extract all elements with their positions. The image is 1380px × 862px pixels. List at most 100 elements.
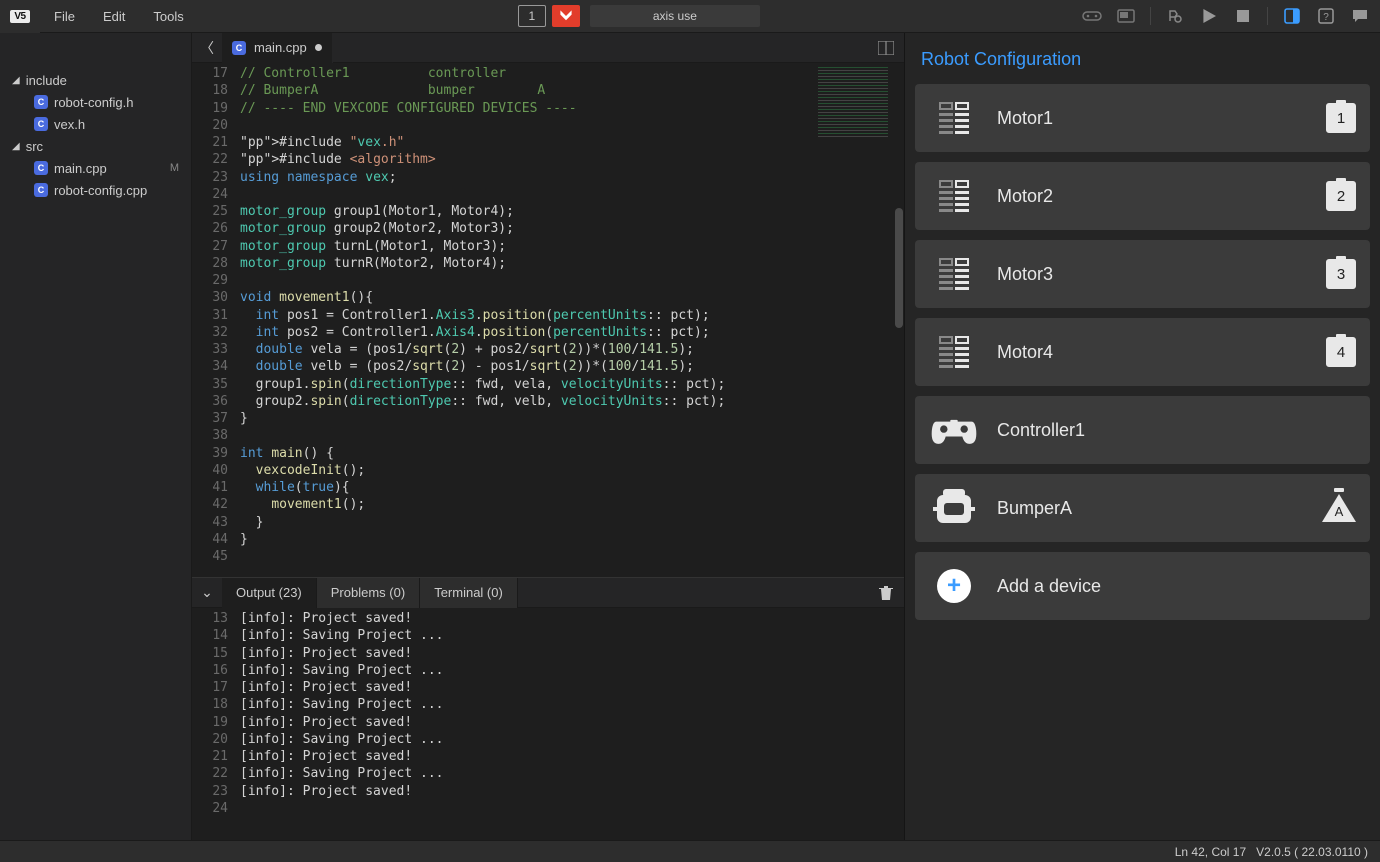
motor-icon (929, 255, 979, 293)
svg-text:?: ? (1323, 12, 1329, 23)
tab-label: main.cpp (254, 40, 307, 55)
config-title: Robot Configuration (915, 47, 1370, 84)
minimap[interactable] (812, 63, 894, 577)
main-area: ◢ include C robot-config.h C vex.h ◢ src… (0, 33, 1380, 840)
file-label: robot-config.h (54, 95, 134, 110)
output-gutter: 13 14 15 16 17 18 19 20 21 22 23 24 (192, 608, 240, 840)
twisty-icon: ◢ (12, 141, 20, 152)
project-name-label: axis use (653, 9, 697, 23)
editor-column: 〈 C main.cpp 17 18 19 20 21 22 23 24 25 … (192, 33, 904, 840)
port-badge: 3 (1326, 259, 1356, 289)
run-icon[interactable] (1197, 4, 1221, 28)
help-icon[interactable]: ? (1314, 4, 1338, 28)
tab-main-cpp[interactable]: C main.cpp (222, 33, 333, 63)
minimap-preview (818, 67, 888, 137)
port-badge: 2 (1326, 181, 1356, 211)
logo-text: V5 (10, 10, 29, 23)
nav-back-icon[interactable]: 〈 (192, 38, 222, 58)
file-label: robot-config.cpp (54, 183, 147, 198)
menubar-center: 1 axis use (518, 5, 760, 27)
motor-icon (929, 333, 979, 371)
controller-icon (929, 411, 979, 449)
dirty-indicator-icon (315, 44, 322, 51)
add-device-button[interactable]: + Add a device (915, 552, 1370, 620)
toolbar-divider (1150, 7, 1151, 25)
menu-file[interactable]: File (40, 0, 89, 33)
cpp-file-icon: C (232, 41, 246, 55)
stop-icon[interactable] (1231, 4, 1255, 28)
line-number-gutter: 17 18 19 20 21 22 23 24 25 26 27 28 29 3… (192, 63, 240, 577)
file-label: vex.h (54, 117, 85, 132)
device-card-bumpera[interactable]: BumperA A (915, 474, 1370, 542)
vertical-scrollbar[interactable] (894, 63, 904, 577)
toolbar-divider-2 (1267, 7, 1268, 25)
modified-marker: M (170, 162, 179, 174)
device-name-label: Motor3 (997, 264, 1308, 285)
file-robot-config-cpp[interactable]: C robot-config.cpp (0, 179, 191, 201)
twisty-icon: ◢ (12, 75, 20, 86)
menu-tools[interactable]: Tools (139, 0, 197, 33)
menubar: V5 File Edit Tools 1 axis use (0, 0, 1380, 33)
cpp-file-icon: C (34, 161, 48, 175)
tab-output[interactable]: Output (23) (222, 578, 317, 608)
file-vex-h[interactable]: C vex.h (0, 113, 191, 135)
statusbar: Ln 42, Col 17 V2.0.5 ( 22.03.0110 ) (0, 840, 1380, 862)
scrollbar-thumb[interactable] (895, 208, 903, 328)
cursor-position[interactable]: Ln 42, Col 17 (1175, 845, 1246, 859)
cpp-file-icon: C (34, 117, 48, 131)
panel-collapse-icon[interactable]: ⌄ (192, 584, 222, 601)
output-body: 13 14 15 16 17 18 19 20 21 22 23 24 [inf… (192, 608, 904, 840)
port-badge: 4 (1326, 337, 1356, 367)
cpp-file-icon: C (34, 95, 48, 109)
bumper-icon (929, 489, 979, 527)
folder-src[interactable]: ◢ src (0, 135, 191, 157)
brain-tool-icon[interactable] (1114, 4, 1138, 28)
device-name-label: Motor4 (997, 342, 1308, 363)
folder-label: include (26, 73, 67, 88)
split-editor-icon[interactable] (868, 41, 904, 55)
output-panel: ⌄ Output (23) Problems (0) Terminal (0) … (192, 577, 904, 840)
clear-output-icon[interactable] (868, 585, 904, 601)
device-name-label: Controller1 (997, 420, 1356, 441)
robot-config-panel: Robot Configuration Motor11 Motor2 2 Motor3… (904, 33, 1380, 840)
tab-terminal[interactable]: Terminal (0) (420, 578, 518, 608)
device-list: Motor11 Motor2 2 Motor3 3 Motor4 4 Controller1 B… (915, 84, 1370, 552)
add-device-label: Add a device (997, 576, 1356, 597)
code-editor[interactable]: 17 18 19 20 21 22 23 24 25 26 27 28 29 3… (192, 63, 904, 577)
tab-problems[interactable]: Problems (0) (317, 578, 420, 608)
device-name-label: BumperA (997, 498, 1304, 519)
app-version: V2.0.5 ( 22.03.0110 ) (1256, 845, 1368, 859)
feedback-icon[interactable] (1348, 4, 1372, 28)
build-icon[interactable] (1163, 4, 1187, 28)
device-card-controller1[interactable]: Controller1 (915, 396, 1370, 464)
slot-icon[interactable]: 1 (518, 5, 546, 27)
motor-icon (929, 177, 979, 215)
file-explorer: ◢ include C robot-config.h C vex.h ◢ src… (0, 33, 192, 840)
brain-status-icon[interactable] (552, 5, 580, 27)
project-name-input[interactable]: axis use (590, 5, 760, 27)
file-robot-config-h[interactable]: C robot-config.h (0, 91, 191, 113)
menubar-right: ? (1080, 4, 1380, 28)
folder-include[interactable]: ◢ include (0, 69, 191, 91)
output-text[interactable]: [info]: Project saved! [info]: Saving Pr… (240, 608, 904, 840)
add-icon: + (929, 567, 979, 605)
app-logo: V5 (0, 0, 40, 33)
device-card-motor1[interactable]: Motor11 (915, 84, 1370, 152)
device-card-motor4[interactable]: Motor4 4 (915, 318, 1370, 386)
slot-number: 1 (529, 9, 536, 23)
motor-icon (929, 99, 979, 137)
cpp-file-icon: C (34, 183, 48, 197)
tabbar: 〈 C main.cpp (192, 33, 904, 63)
device-card-motor2[interactable]: Motor2 2 (915, 162, 1370, 230)
devices-panel-icon[interactable] (1280, 4, 1304, 28)
port-badge: A (1322, 493, 1356, 523)
code-content[interactable]: // Controller1 controller // BumperA bum… (240, 63, 812, 577)
device-card-motor3[interactable]: Motor3 3 (915, 240, 1370, 308)
file-main-cpp[interactable]: C main.cpp M (0, 157, 191, 179)
folder-label: src (26, 139, 43, 154)
output-tabbar: ⌄ Output (23) Problems (0) Terminal (0) (192, 578, 904, 608)
controller-tool-icon[interactable] (1080, 4, 1104, 28)
device-name-label: Motor2 (997, 186, 1308, 207)
menu-edit[interactable]: Edit (89, 0, 139, 33)
port-badge: 1 (1326, 103, 1356, 133)
